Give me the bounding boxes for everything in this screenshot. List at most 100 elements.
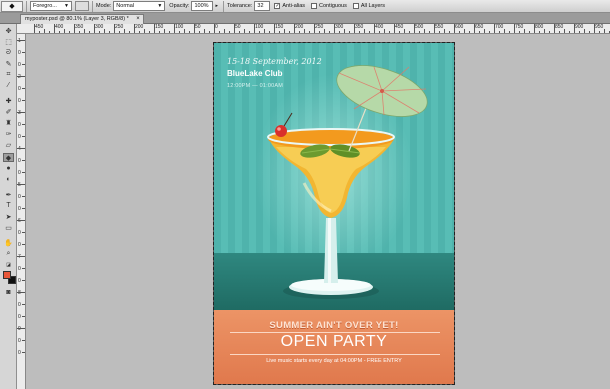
ruler-tick <box>594 24 595 33</box>
ruler-tick <box>289 31 290 33</box>
blur-icon[interactable]: ● <box>3 164 14 173</box>
fill-source-select[interactable]: Foregro... ▼ <box>30 1 72 11</box>
ruler-tick <box>304 29 305 33</box>
ruler-label: 0 <box>18 302 21 308</box>
opacity-input[interactable]: 100% <box>191 1 214 11</box>
ruler-tick <box>194 24 195 33</box>
document-tab-strip: myposter.psd @ 80.1% (Layer 3, RGB/8) * … <box>0 13 610 24</box>
ruler-tick <box>79 31 80 33</box>
ruler-tick <box>509 31 510 33</box>
chevron-down-icon: ▼ <box>157 3 163 9</box>
opacity-slider-arrow-icon[interactable]: ▸ <box>215 3 218 9</box>
ruler-label: 50 <box>235 24 241 30</box>
horizontal-ruler: 450 400 350 300 250 200 150 100 50 0 50 100 150 200 25… <box>17 24 610 34</box>
tolerance-input[interactable]: 32 <box>254 1 271 11</box>
ruler-tick <box>339 31 340 33</box>
crop-icon[interactable]: ⌗ <box>3 70 14 79</box>
ruler-tick <box>269 31 270 33</box>
ruler-tick <box>22 136 25 137</box>
ruler-tick <box>49 31 50 33</box>
ruler-tick <box>229 31 230 33</box>
ruler-label: 450 <box>35 24 44 30</box>
ruler-label: 0 <box>18 122 21 128</box>
ruler-tick <box>22 196 25 197</box>
ruler-tick <box>22 244 25 245</box>
ruler-tick <box>559 31 560 33</box>
contiguous-checkbox[interactable] <box>311 3 318 9</box>
ruler-tick <box>494 24 495 33</box>
eraser-icon[interactable]: ▱ <box>3 140 14 149</box>
ruler-label: 350 <box>355 24 364 30</box>
ruler-tick <box>549 31 550 33</box>
document-tab[interactable]: myposter.psd @ 80.1% (Layer 3, RGB/8) * … <box>20 14 144 24</box>
ruler-tick <box>464 29 465 33</box>
quick-select-icon[interactable]: ✎ <box>3 59 14 68</box>
pattern-picker[interactable] <box>75 1 89 11</box>
poster-info-line: Live music starts every day at 04:00PM -… <box>266 358 402 364</box>
ruler-tick <box>499 31 500 33</box>
stamp-icon[interactable]: ♜ <box>3 118 14 127</box>
ruler-label: 350 <box>75 24 84 30</box>
quick-mask-icon[interactable]: ◙ <box>3 288 14 297</box>
ruler-tick <box>569 31 570 33</box>
ruler-tick <box>22 268 25 269</box>
ruler-label: 100 <box>255 24 264 30</box>
pen-icon[interactable]: ✒ <box>3 190 14 199</box>
brush-icon[interactable]: ✐ <box>3 107 14 116</box>
lasso-icon[interactable]: ᘐ <box>3 48 14 57</box>
ruler-tick <box>449 31 450 33</box>
close-icon[interactable]: × <box>136 15 140 24</box>
ruler-tick <box>22 124 25 125</box>
paint-bucket-icon[interactable]: ◆ <box>3 153 14 162</box>
poster-divider <box>230 354 440 355</box>
dodge-icon[interactable]: ◐ <box>3 175 14 184</box>
ruler-tick <box>22 88 25 89</box>
ruler-tick <box>184 29 185 33</box>
default-colors-icon[interactable]: ◪ <box>3 260 14 269</box>
paint-bucket-icon: ◆ <box>9 3 15 10</box>
ruler-tick <box>159 31 160 33</box>
mode-select[interactable]: Normal ▼ <box>113 1 166 11</box>
ruler-tick <box>264 29 265 33</box>
move-icon[interactable]: ✥ <box>3 26 14 35</box>
ruler-tick <box>349 31 350 33</box>
ruler-tick <box>104 29 105 33</box>
ruler-label: 900 <box>575 24 584 30</box>
type-icon[interactable]: T <box>3 201 14 210</box>
history-brush-icon[interactable]: ✑ <box>3 129 14 138</box>
ruler-tick <box>539 31 540 33</box>
ruler-tick <box>17 328 25 329</box>
zoom-icon[interactable]: ⌕ <box>3 249 14 258</box>
tool-preset-picker[interactable]: ◆ <box>1 0 23 12</box>
ruler-label: 9 <box>18 326 21 332</box>
anti-alias-checkbox[interactable]: ✓ <box>274 3 281 9</box>
ruler-tick <box>17 112 25 113</box>
poster-canvas[interactable]: 15-18 September, 2012 BlueLake Club 12:0… <box>213 42 455 385</box>
foreground-color-swatch[interactable] <box>3 271 11 279</box>
ruler-tick <box>309 31 310 33</box>
all-layers-checkbox[interactable] <box>352 3 359 9</box>
ruler-tick <box>119 31 120 33</box>
ruler-tick <box>224 29 225 33</box>
ruler-tick <box>429 31 430 33</box>
ruler-tick <box>279 31 280 33</box>
ruler-tick <box>179 31 180 33</box>
ruler-tick <box>22 280 25 281</box>
healing-icon[interactable]: ✚ <box>3 96 14 105</box>
ruler-tick <box>114 24 115 33</box>
hand-icon[interactable]: ✋ <box>3 238 14 247</box>
ruler-tick <box>149 31 150 33</box>
marquee-icon[interactable]: ⬚ <box>3 37 14 46</box>
poster-summer-tagline: SUMMER AIN'T OVER YET! <box>269 320 399 331</box>
ruler-label: 550 <box>435 24 444 30</box>
ruler-tick <box>344 29 345 33</box>
ruler-label: 700 <box>495 24 504 30</box>
shape-icon[interactable]: ▭ <box>3 223 14 232</box>
opacity-label: Opacity: <box>169 3 190 9</box>
eyedropper-icon[interactable]: ⁄ <box>3 81 14 90</box>
path-select-icon[interactable]: ➤ <box>3 212 14 221</box>
ruler-tick <box>359 31 360 33</box>
ruler-tick <box>399 31 400 33</box>
ruler-tick <box>434 24 435 33</box>
ruler-tick <box>534 24 535 33</box>
